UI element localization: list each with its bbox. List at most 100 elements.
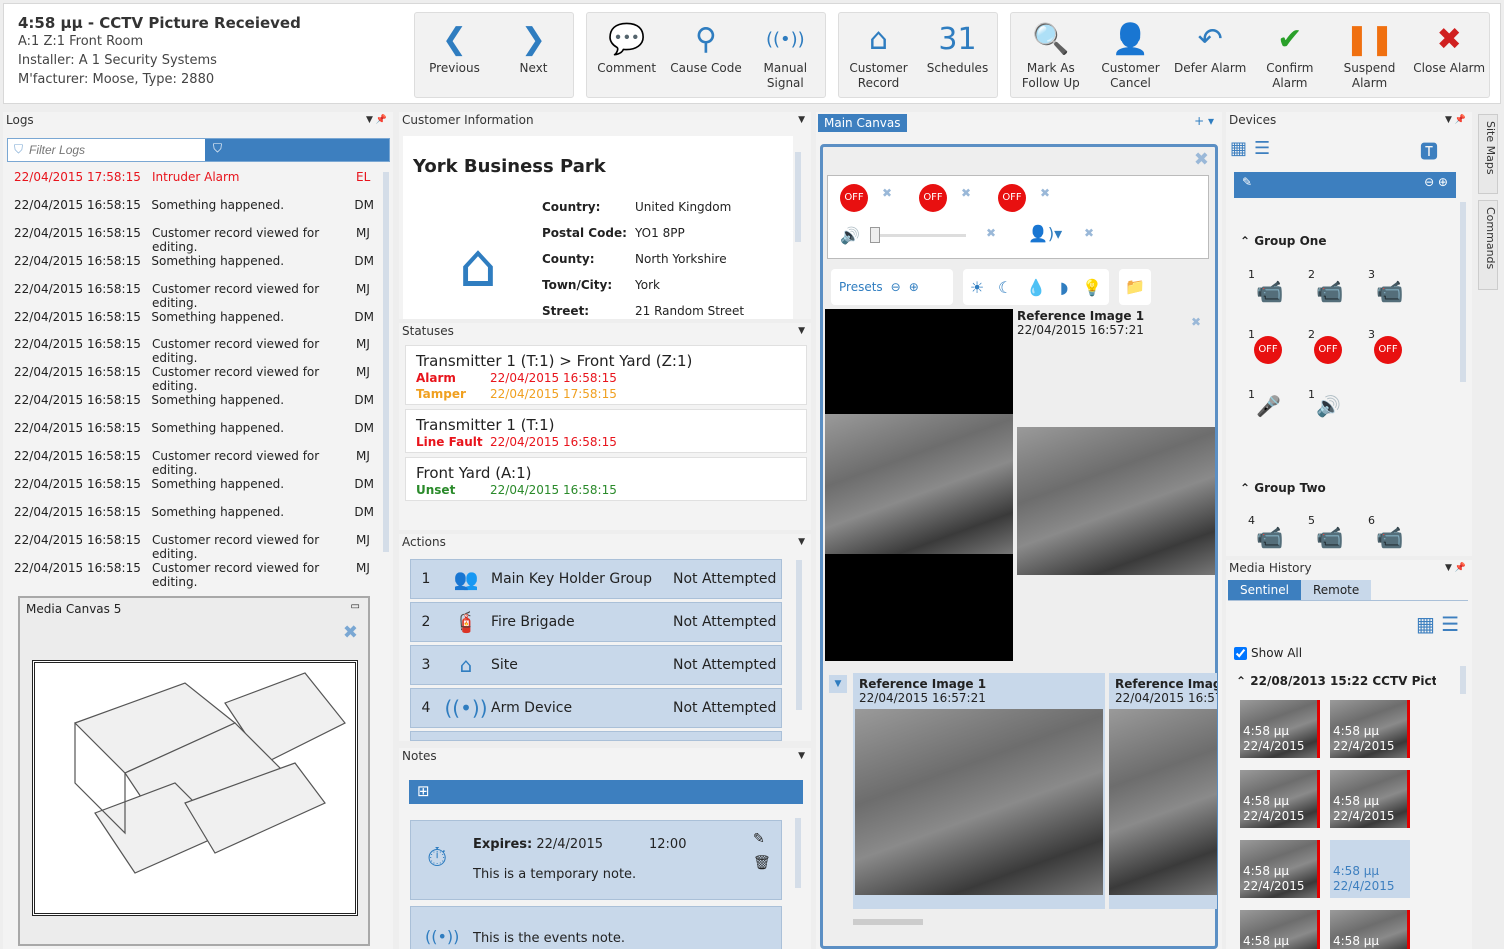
logs-scrollbar[interactable] [383,172,389,552]
add-canvas-icon[interactable]: + ▾ [1194,114,1214,128]
camera-icon[interactable]: 4 📹 [1248,514,1298,554]
panel-menu-icon[interactable]: ▼ 📌 [366,112,387,128]
text-view-icon[interactable]: 🆃 [1420,138,1438,164]
media-thumbnail[interactable]: 4:58 μμ 22/4/2015 [1330,700,1410,758]
next-button[interactable]: ❯ Next [494,13,573,97]
remove-icon[interactable]: ✖ [1084,226,1094,240]
zoom-in-icon[interactable]: ⊕ [909,280,919,294]
group-header[interactable]: ⌃ Group One [1240,234,1326,248]
media-thumbnail[interactable]: 4:58 μμ [1330,910,1410,949]
list-view-icon[interactable]: ☰ [1254,138,1270,159]
camera-icon[interactable]: 2 📹 [1308,268,1358,308]
close-icon[interactable]: ✖ [343,622,358,643]
strip-item[interactable]: Reference Image 1 22/04/2015 16:57:21 [853,673,1105,909]
schedules-button[interactable]: 31 Schedules [918,13,997,97]
cause-code-button[interactable]: ⚲ Cause Code [666,13,745,97]
collapse-icon[interactable]: ⌃ [1236,674,1246,688]
volume-slider-thumb[interactable] [870,227,880,243]
manual-signal-button[interactable]: ((•)) Manual Signal [746,13,825,97]
panel-menu-icon[interactable]: ▼ [798,534,805,550]
camera-icon[interactable]: 3 📹 [1368,268,1418,308]
zoom-out-icon[interactable]: ⊖ [891,280,901,294]
volume-slider[interactable] [870,227,966,243]
collapse-icon[interactable]: ⌃ [1240,234,1250,248]
output-off-button[interactable]: OFF [919,184,947,212]
panel-menu-icon[interactable]: ▼ [798,112,805,128]
panel-menu-icon[interactable]: ▼ 📌 [1445,112,1466,128]
strip-item[interactable]: Reference Image22/04/2015 16:57: [1109,673,1217,909]
remove-icon[interactable]: ✖ [1040,186,1050,200]
output-off-button[interactable]: OFF [840,184,868,212]
log-row[interactable]: 22/04/2015 16:58:15 Something happened. DM [14,310,374,338]
confirm-alarm-button[interactable]: ✔ Confirm Alarm [1250,13,1330,97]
log-row[interactable]: 22/04/2015 16:58:15 Something happened. DM [14,393,374,421]
camera-icon[interactable]: 5 📹 [1308,514,1358,554]
status-card[interactable]: Front Yard (A:1) Unset 22/04/2015 16:58:15 [405,457,807,501]
audio-device[interactable]: 1 🔊 [1308,388,1358,428]
media-group-header[interactable]: ⌃ 22/08/2013 15:22 CCTV Picture [1236,674,1436,688]
panel-menu-icon[interactable]: ▼ [798,323,805,339]
tab-remote[interactable]: Remote [1300,580,1372,600]
mark-as-follow-up-button[interactable]: 🔍 Mark As Follow Up [1011,13,1091,97]
log-row[interactable]: 22/04/2015 16:58:15 Customer record viewe… [14,337,374,365]
camera-icon[interactable]: 1 📹 [1248,268,1298,308]
light-icon[interactable]: 💡 [1082,278,1102,297]
speaker-person-icon[interactable]: 👤)▾ [1028,224,1062,243]
log-row[interactable]: 22/04/2015 16:58:15 Customer record viewe… [14,226,374,254]
remove-icon[interactable]: ✖ [882,186,892,200]
action-item[interactable] [410,731,782,741]
previous-button[interactable]: ❮ Previous [415,13,494,97]
output-device[interactable]: 3 OFF [1368,328,1418,368]
action-item[interactable]: 1 👥 Main Key Holder Group Not Attempted [410,559,782,599]
action-item[interactable]: 2 🧯 Fire Brigade Not Attempted [410,602,782,642]
collapse-add-icons[interactable]: ⊖ ⊕ [1424,175,1448,189]
audio-device[interactable]: 1 🎤 [1248,388,1298,428]
log-row[interactable]: 22/04/2015 16:58:15 Customer record viewe… [14,561,374,589]
strip-scrollbar[interactable] [853,919,923,925]
show-all-check[interactable] [1234,646,1247,660]
apply-filter-button[interactable]: ⛉ [205,139,389,161]
customer-record-button[interactable]: ⌂ Customer Record [839,13,918,97]
brightness-icon[interactable]: ☀ [970,278,984,297]
status-card[interactable]: Transmitter 1 (T:1) Line Fault 22/04/2015 … [405,409,807,453]
comment-button[interactable]: 💬 Comment [587,13,666,97]
log-row[interactable]: 22/04/2015 16:58:15 Something happened. DM [14,254,374,282]
media-thumbnail[interactable]: 4:58 μμ 22/4/2015 [1240,700,1320,758]
suspend-alarm-button[interactable]: ❚❚ Suspend Alarm [1330,13,1410,97]
action-item[interactable]: 3 ⌂ Site Not Attempted [410,645,782,685]
log-row[interactable]: 22/04/2015 16:58:15 Something happened. DM [14,477,374,505]
add-folder-button[interactable]: 📁 [1119,269,1151,305]
defer-alarm-button[interactable]: ↶ Defer Alarm [1170,13,1250,97]
grid-view-icon[interactable]: ▦ [1230,138,1247,159]
delete-icon[interactable]: 🗑 [753,855,771,871]
collapse-strip-button[interactable]: ▼ [829,675,847,693]
tab-site-maps[interactable]: Site Maps [1478,114,1498,194]
media-thumbnail[interactable]: 4:58 μμ 22/4/2015 [1330,840,1410,898]
log-row[interactable]: 22/04/2015 16:58:15 Something happened. DM [14,505,374,533]
close-icon[interactable]: ✖ [1194,149,1209,170]
panel-menu-icon[interactable]: ▼ [798,748,805,764]
media-scrollbar[interactable] [1460,666,1466,694]
panel-menu-icon[interactable]: ▼ 📌 [1445,560,1466,576]
output-device[interactable]: 2 OFF [1308,328,1358,368]
output-off-button[interactable]: OFF [998,184,1026,212]
edit-icon[interactable]: ✎ [753,831,765,847]
camera-icon[interactable]: 6 📹 [1368,514,1418,554]
customer-cancel-button[interactable]: 👤 Customer Cancel [1091,13,1171,97]
tab-main-canvas[interactable]: Main Canvas [818,114,907,132]
tab-sentinel[interactable]: Sentinel [1228,580,1301,600]
wiper-icon[interactable]: ◗ [1060,278,1068,297]
grid-view-icon[interactable]: ▦ ☰ [1416,612,1459,636]
edit-icon[interactable]: ✎ [1242,175,1252,189]
drop-icon[interactable]: 💧 [1026,278,1046,297]
media-thumbnail[interactable]: 4:58 μμ 22/4/2015 [1330,770,1410,828]
notes-scrollbar[interactable] [795,818,801,888]
output-device[interactable]: 1 OFF [1248,328,1298,368]
filter-logs-input[interactable] [29,139,205,161]
media-thumbnail[interactable]: 4:58 μμ 22/4/2015 [1240,770,1320,828]
log-row[interactable]: 22/04/2015 16:58:15 Customer record viewe… [14,282,374,310]
media-thumbnail[interactable]: 4:58 μμ [1240,910,1320,949]
action-item[interactable]: 4 ((•)) Arm Device Not Attempted [410,688,782,728]
log-row[interactable]: 22/04/2015 17:58:15 Intruder Alarm EL [14,170,374,198]
tab-commands[interactable]: Commands [1478,200,1498,290]
